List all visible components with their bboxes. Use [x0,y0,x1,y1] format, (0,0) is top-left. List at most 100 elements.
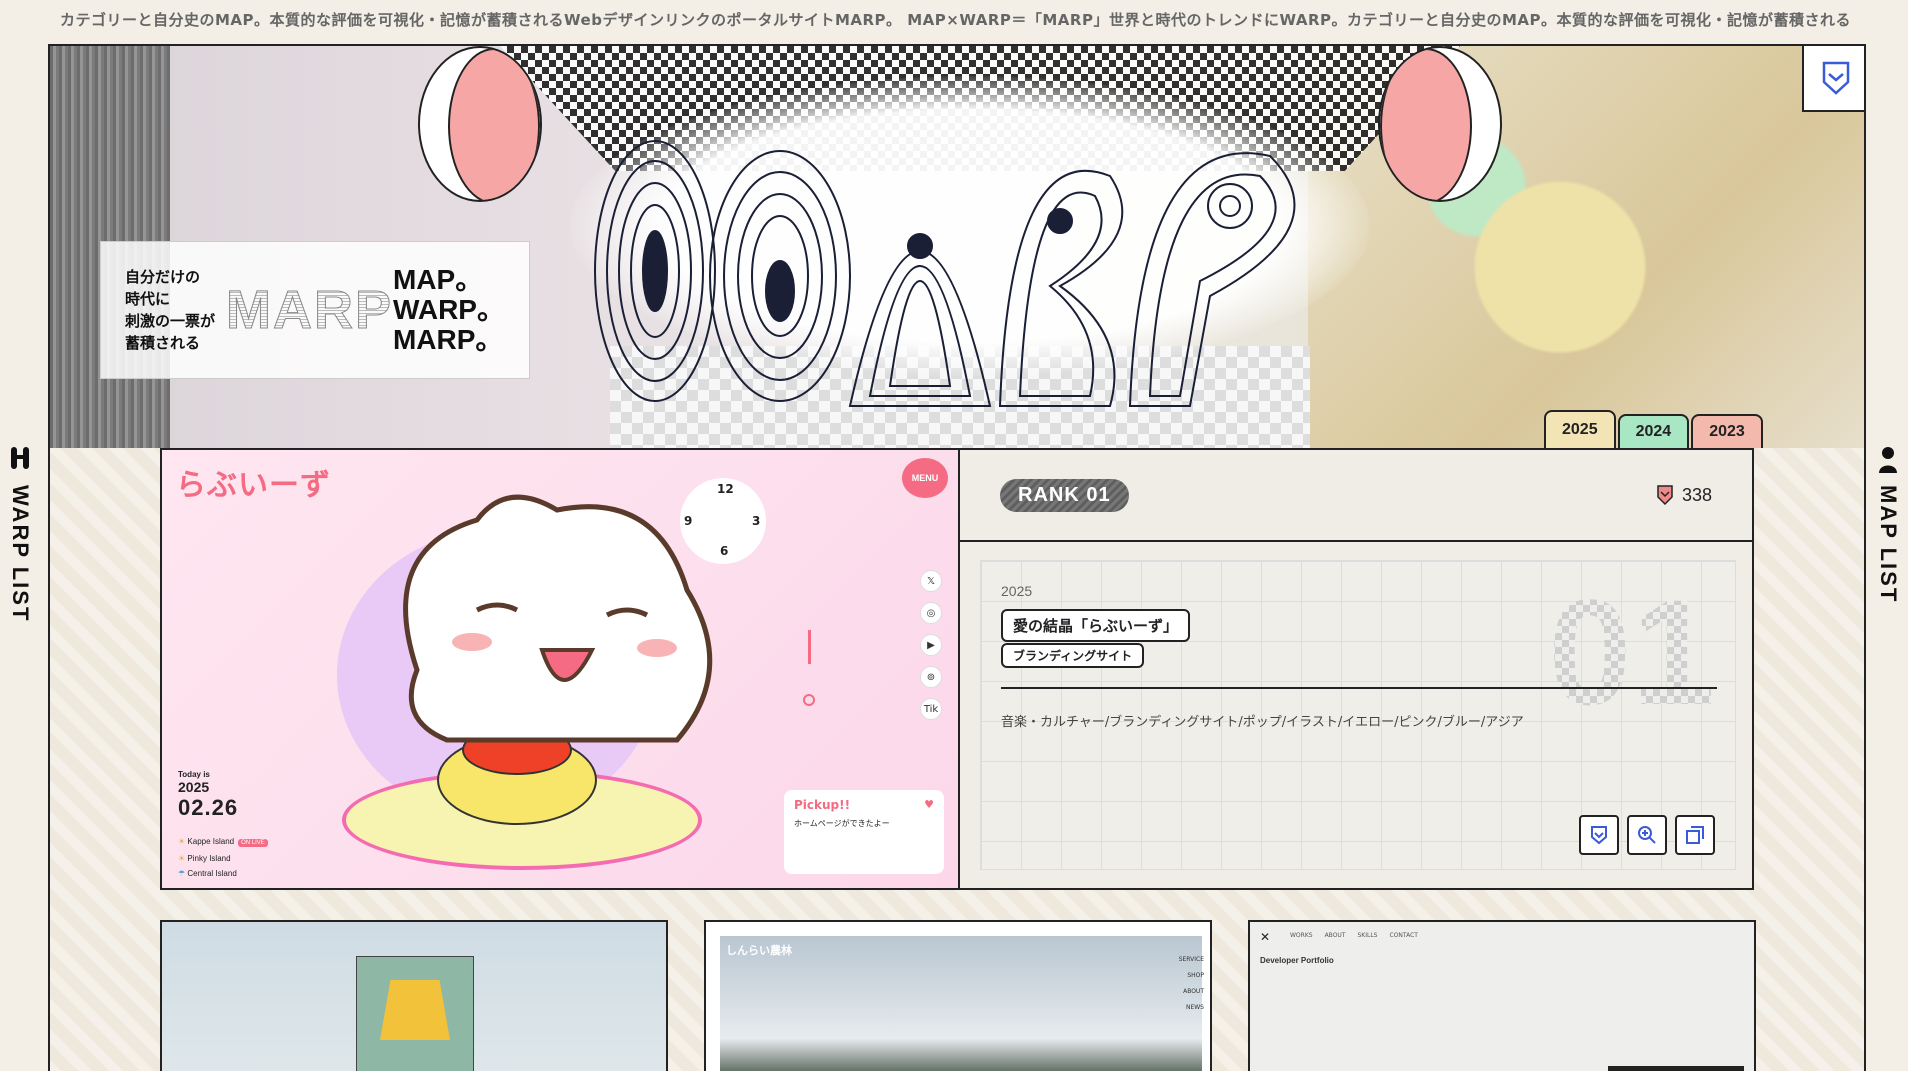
tagline-word-line: WARP。 [392,294,505,325]
external-window-icon [1686,826,1704,844]
card-site-label: しんらい農林 [726,944,792,957]
tagline-jp: 自分だけの 時代に 刺激の一票が蓄積される [125,266,226,354]
featured-title[interactable]: 愛の結晶「らぶいーず」 [1001,609,1191,642]
shot-scroll-dot [803,694,815,706]
map-list-label: MAP LIST [1876,485,1901,604]
featured-category[interactable]: ブランディングサイト [1001,643,1145,668]
island-name: Pinky Island [187,854,231,863]
moon-left-icon [418,46,542,202]
warp-badge-button[interactable] [1802,46,1864,112]
warp-count: 338 [1656,484,1712,506]
warp-heart-icon [1657,485,1673,506]
tagline-word-line: MARP。 [392,324,504,355]
clock-number: 3 [752,514,761,528]
card-nav-item: SKILLS [1357,932,1378,939]
featured-detail: 01 2025 愛の結晶「らぶいーず」 ブランディングサイト 音楽・カルチャー/… [980,560,1736,870]
youtube-icon: ▶ [920,634,942,656]
threads-icon: ⊚ [920,666,942,688]
featured-tags[interactable]: 音楽・カルチャー/ブランディングサイト/ポップ/イラスト/イエロー/ピンク/ブル… [1001,711,1524,730]
sun-icon: ☀ [178,837,186,846]
pickup-title: Pickup!! [794,798,851,812]
card-footer-bar [1608,1066,1744,1071]
pickup-text: ホームページができたよー [794,819,890,828]
user-icon [1879,447,1897,473]
card-menu-item: ABOUT [1183,988,1204,995]
featured-actions [1579,815,1715,855]
shot-scroll-indicator [808,630,811,664]
x-logo-icon: ✕ [1260,930,1271,944]
tab-2025[interactable]: 2025 [1544,410,1616,448]
tagline-marp-word: MARP [225,280,393,341]
site-card[interactable]: ✕ WORKS ABOUT SKILLS CONTACT Developer P… [1248,920,1756,1071]
moon-right-icon [1378,46,1502,202]
tagline-jp-line: 時代に [125,290,171,308]
tagline-word-line: MAP。 [392,264,484,295]
warp-shield-icon [1591,826,1607,845]
live-badge: ON LIVE [238,839,268,847]
site-card[interactable] [160,920,668,1071]
clock-number: 12 [717,482,734,496]
warp-count-value: 338 [1681,484,1712,505]
zoom-in-icon [1638,826,1656,844]
card-menu-item: NEWS [1185,1004,1204,1011]
shot-date: Today is 2025 02.26 [178,770,238,821]
warp-button[interactable] [1579,815,1619,855]
card-nav: WORKS ABOUT SKILLS CONTACT [1260,932,1744,939]
shot-date-md: 02.26 [178,795,239,820]
shot-date-year: 2025 [178,779,210,795]
rank-bar: RANK 01 338 [960,450,1752,542]
card-menu-item: SHOP [1187,972,1204,979]
zoom-button[interactable] [1627,815,1667,855]
clock-number: 9 [684,514,693,528]
card-nav-item: ABOUT [1324,932,1346,939]
clock-number: 6 [720,544,729,558]
card-heading: Developer Portfolio [1260,956,1334,965]
card-menu-item: SERVICE [1178,956,1204,963]
shot-clock: 12 3 6 9 [680,478,766,564]
featured-screenshot[interactable]: らぶいーず MENU 12 3 6 9 𝕏 ◎ ▶ ⊚ Tik Today is… [162,450,960,888]
tiktok-icon: Tik [920,698,942,720]
shot-brand-logo: らぶいーず [176,468,331,503]
warp-shield-icon [1822,61,1850,95]
shot-menu-button: MENU [902,458,948,498]
card-side-menu: SERVICE SHOP ABOUT NEWS [1179,952,1204,1016]
top-marquee: カテゴリーと自分史のMAP。本質的な評価を可視化・記憶が蓄積されるWebデザイン… [60,11,1852,29]
tagline-jp-line: 刺激の一票が蓄積される [125,312,216,352]
tab-2024[interactable]: 2024 [1617,414,1690,448]
marp-logo[interactable] [590,116,1350,426]
rank-badge: RANK 01 [1000,478,1129,512]
featured-info: RANK 01 338 01 2025 愛の結晶「らぶいーず」 ブランディングサ… [960,450,1752,888]
rank-big-number: 01 [1548,568,1715,736]
sun-icon: ☀ [178,854,186,863]
tagline-jp-line: 自分だけの [125,268,201,286]
card-nav-item: CONTACT [1389,932,1418,939]
year-tabs: 2025 2024 2023 [1544,410,1763,448]
instagram-icon: ◎ [920,602,942,624]
open-window-button[interactable] [1675,815,1715,855]
warp-icon [11,447,29,469]
warp-list-label: WARP LIST [8,485,33,623]
shot-social-links: 𝕏 ◎ ▶ ⊚ Tik [920,570,942,720]
site-card[interactable]: しんらい農林 SERVICE SHOP ABOUT NEWS [704,920,1212,1071]
tab-2023[interactable]: 2023 [1691,414,1763,448]
heart-icon: ♥ [924,798,934,811]
map-list-toggle[interactable]: MAP LIST [1868,445,1908,603]
tagline-words: MAP。 WARP。 MARP。 [393,265,505,355]
card-thumbnail: しんらい農林 [720,936,1202,1071]
divider [1001,687,1717,689]
island-name: Central Island [187,869,237,878]
tagline-card: 自分だけの 時代に 刺激の一票が蓄積される MARP MAP。 WARP。 MA… [100,241,530,379]
shot-islands: ☀ Kappe Island ON LIVE ☀ Pinky Island ☂ C… [178,834,268,881]
lamp-illustration [380,980,450,1040]
warp-list-toggle[interactable]: WARP LIST [0,445,40,622]
shot-pickup-box: Pickup!! ♥ ホームページができたよー [784,790,944,874]
hero-banner: 自分だけの 時代に 刺激の一票が蓄積される MARP MAP。 WARP。 MA… [50,46,1864,448]
umbrella-icon: ☂ [178,869,186,878]
card-nav-item: WORKS [1290,932,1313,939]
x-icon: 𝕏 [920,570,942,592]
featured-year: 2025 [1001,583,1033,599]
shot-today-label: Today is [178,770,210,779]
main-frame: 自分だけの 時代に 刺激の一票が蓄積される MARP MAP。 WARP。 MA… [48,44,1866,1071]
featured-card: らぶいーず MENU 12 3 6 9 𝕏 ◎ ▶ ⊚ Tik Today is… [160,448,1754,890]
island-name: Kappe Island [187,837,235,846]
